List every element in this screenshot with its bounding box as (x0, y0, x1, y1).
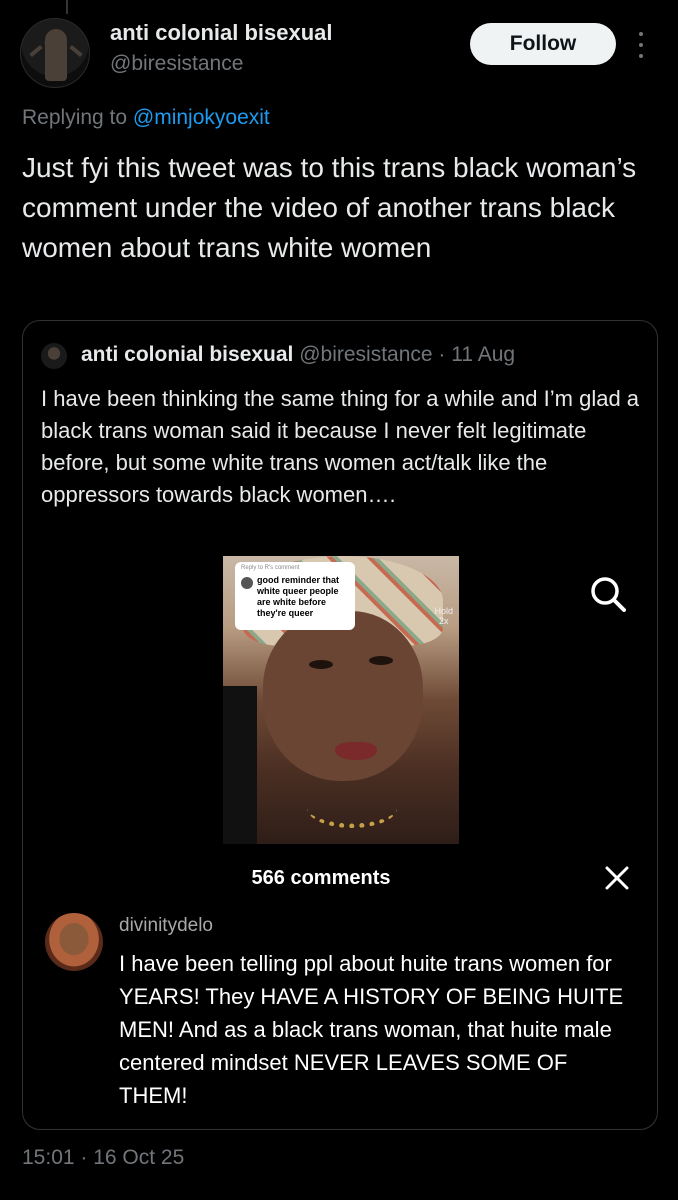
coat (223, 686, 257, 844)
commenter-avatar (45, 913, 103, 971)
tweet-text: Just fyi this tweet was to this trans bl… (22, 152, 637, 263)
quoted-author-avatar (41, 343, 67, 369)
necklace (307, 788, 397, 828)
hold-speed-label: Hold 2x (434, 606, 453, 626)
mouth (335, 742, 377, 760)
tweet-timestamp[interactable]: 15:01 · 16 Oct 25 (22, 1146, 184, 1170)
video-thumbnail[interactable]: Reply to R's comment good reminder that … (223, 556, 459, 844)
author-avatar[interactable] (20, 18, 90, 88)
commenter-username: divinitydelo (119, 915, 213, 936)
replying-to-mention[interactable]: @minjokyoexit (133, 106, 270, 129)
quoted-tweet-header: anti colonial bisexual @biresistance · 1… (81, 343, 515, 367)
author-handle[interactable]: @biresistance (110, 52, 243, 76)
quoted-author-meta: @biresistance · 11 Aug (293, 343, 516, 366)
author-name[interactable]: anti colonial bisexual (110, 20, 333, 46)
follow-button[interactable]: Follow (470, 23, 616, 65)
replying-to-prefix: Replying to (22, 106, 133, 129)
quoted-tweet[interactable]: anti colonial bisexual @biresistance · 1… (22, 320, 658, 1130)
video-comment-sticker: Reply to R's comment good reminder that … (235, 562, 355, 630)
left-eye (309, 660, 333, 669)
video-comment-reply-label: Reply to R's comment (241, 565, 300, 571)
more-options-icon[interactable] (636, 32, 646, 58)
search-icon[interactable] (588, 574, 628, 614)
comment-text: I have been telling ppl about huite tran… (119, 951, 624, 1108)
right-eye (369, 656, 393, 665)
speed-label: 2x (438, 616, 449, 626)
close-icon[interactable] (602, 863, 632, 893)
thread-connector-line (66, 0, 68, 14)
quoted-tweet-text: I have been thinking the same thing for … (41, 386, 640, 507)
video-comment-text: good reminder that white queer people ar… (257, 575, 340, 618)
replying-to: Replying to @minjokyoexit (22, 106, 270, 130)
hold-label: Hold (434, 606, 453, 616)
comments-count-label: 566 comments (251, 867, 391, 889)
video-comment-avatar (241, 577, 253, 589)
comments-count: 566 comments (23, 867, 657, 890)
quoted-author-name: anti colonial bisexual (81, 343, 294, 366)
